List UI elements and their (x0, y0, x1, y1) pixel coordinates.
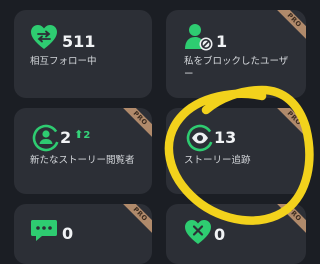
messages-count: 0 (62, 224, 74, 243)
mutual-follow-label: 相互フォロー中 (30, 56, 97, 67)
heart-x-icon (185, 220, 211, 244)
blocked-me-label: 私をブロックしたユーザー (184, 56, 289, 80)
messages-card[interactable]: PRO 0 (14, 204, 152, 264)
mutual-follow-card[interactable]: 511 相互フォロー中 (14, 10, 152, 98)
pro-badge: PRO (268, 108, 306, 146)
pro-badge: PRO (268, 204, 306, 242)
arrow-up-icon: ⬆ (74, 128, 84, 141)
blocked-me-count: 1 (216, 32, 228, 51)
new-story-viewers-count: 2 ⬆2 (60, 128, 91, 147)
new-story-viewers-label: 新たなストーリー閲覧者 (30, 155, 135, 166)
story-tracking-card[interactable]: PRO 13 ストーリー追跡 (166, 108, 306, 194)
eye-tracking-icon (186, 124, 214, 152)
pro-badge: PRO (268, 10, 306, 48)
heart-arrows-icon (31, 25, 57, 49)
story-viewer-icon (32, 124, 60, 152)
new-story-viewers-card[interactable]: PRO 2 ⬆2 新たなストーリー閲覧者 (14, 108, 152, 194)
chat-bubble-icon (31, 220, 57, 241)
story-tracking-count: 13 (214, 128, 237, 147)
unfollowed-count: 0 (214, 225, 226, 244)
increase-indicator: ⬆2 (74, 128, 91, 141)
blocked-me-card[interactable]: PRO 1 私をブロックしたユーザー (166, 10, 306, 98)
story-tracking-label: ストーリー追跡 (184, 155, 251, 166)
pro-badge: PRO (114, 204, 152, 242)
user-blocked-icon (185, 24, 213, 51)
unfollowed-card[interactable]: PRO 0 (166, 204, 306, 264)
mutual-follow-count: 511 (62, 32, 96, 51)
pro-badge: PRO (114, 108, 152, 146)
